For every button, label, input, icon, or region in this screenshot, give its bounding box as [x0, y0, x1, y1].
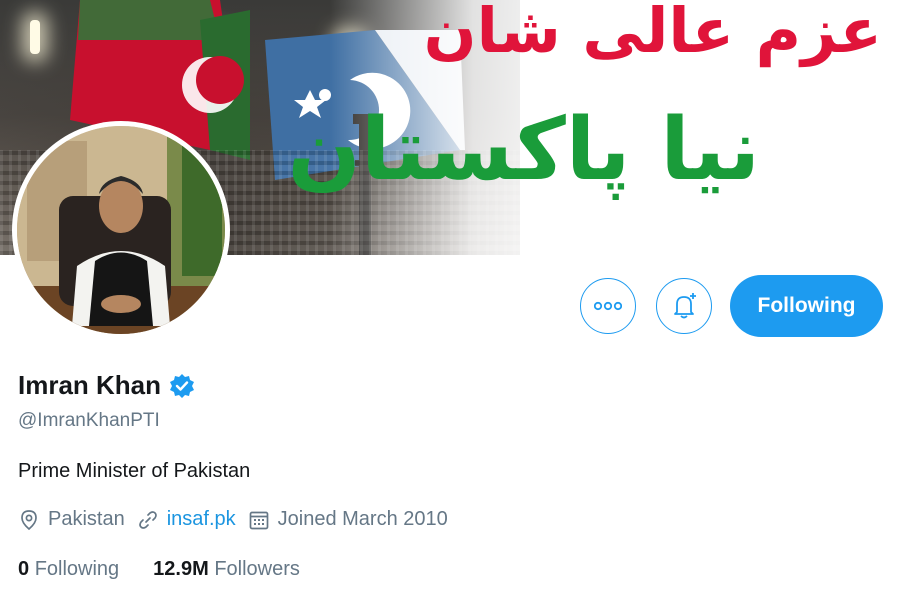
bell-plus-icon: [674, 293, 696, 319]
profile-stats: 0 Following 12.9M Followers: [18, 558, 334, 581]
following-label: Following: [34, 558, 120, 580]
link-icon: [138, 510, 157, 529]
followers-stat[interactable]: 12.9M Followers: [153, 558, 300, 581]
following-count: 0: [18, 558, 30, 580]
following-button[interactable]: Following: [730, 275, 883, 337]
profile-location: Pakistan: [18, 508, 125, 531]
profile-avatar[interactable]: [12, 121, 230, 339]
followers-label: Followers: [214, 558, 300, 580]
more-horizontal-icon: [594, 301, 622, 311]
profile-name: Imran Khan: [18, 370, 162, 400]
joined-text: Joined March 2010: [277, 508, 448, 530]
banner-slogan-bottom: نیا پاکستان: [287, 100, 760, 200]
profile-handle: @ImranKhanPTI: [18, 410, 160, 431]
website-link[interactable]: insaf.pk: [167, 508, 236, 531]
calendar-icon: [249, 511, 269, 529]
following-stat[interactable]: 0 Following: [18, 558, 119, 581]
profile-meta: Pakistan insaf.pk Joined March 2010: [18, 508, 460, 531]
banner-slogan-top: عزم عالی شان: [423, 0, 882, 67]
location-pin-icon: [21, 509, 37, 530]
profile-joined: Joined March 2010: [248, 508, 448, 531]
profile-website[interactable]: insaf.pk: [137, 508, 236, 531]
verified-badge-icon: [170, 373, 195, 398]
avatar-photo: [17, 126, 225, 334]
profile-bio: Prime Minister of Pakistan: [18, 460, 251, 482]
more-options-button[interactable]: [580, 278, 636, 334]
notifications-button[interactable]: [656, 278, 712, 334]
location-text: Pakistan: [48, 508, 125, 530]
followers-count: 12.9M: [153, 558, 209, 580]
profile-name-row: Imran Khan: [18, 370, 195, 401]
